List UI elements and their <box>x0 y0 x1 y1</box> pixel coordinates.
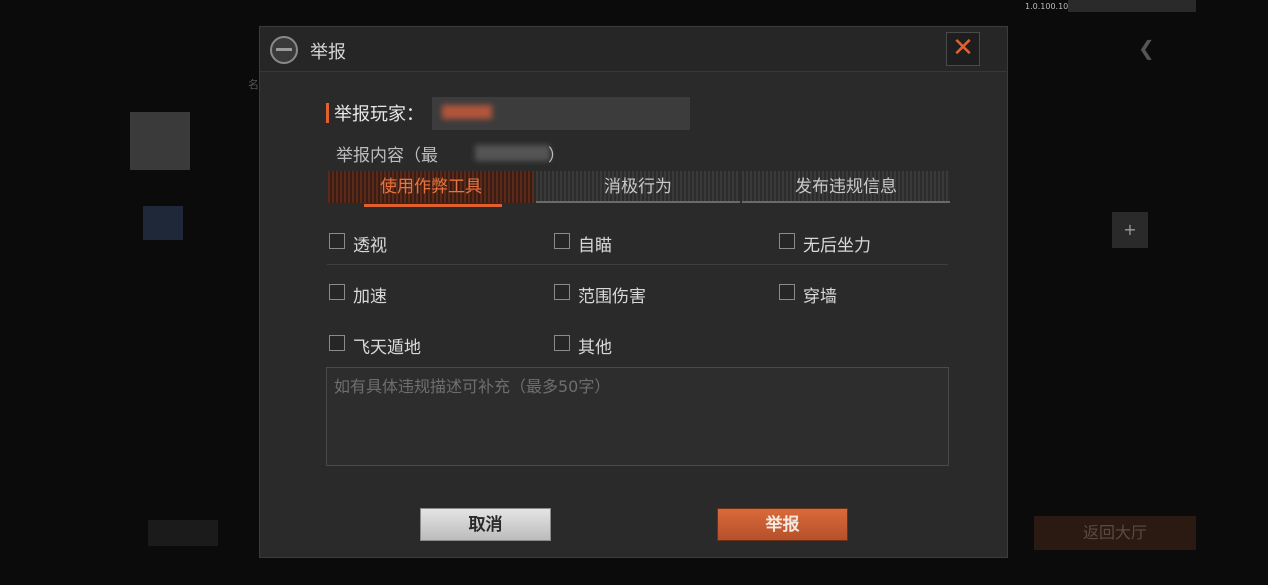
checkbox[interactable] <box>329 284 345 300</box>
cancel-button[interactable]: 取消 <box>420 508 551 541</box>
label-accent-bar <box>326 103 329 123</box>
checkbox[interactable] <box>329 233 345 249</box>
dialog-title: 举报 <box>310 42 346 63</box>
tab-violating-info[interactable]: 发布违规信息 <box>742 171 950 203</box>
return-lobby-button[interactable]: 返回大厅 <box>1034 516 1196 550</box>
tab-cheating-label: 使用作弊工具 <box>380 177 482 197</box>
blurred-status-strip <box>1068 0 1196 12</box>
report-dialog: 举报 ✕ 举报玩家： 举报内容（最 ） 使用作弊工具 消极行为 发布违规信息 透… <box>259 26 1008 558</box>
checkbox[interactable] <box>554 284 570 300</box>
option-label: 自瞄 <box>578 236 612 256</box>
tab-negative-behavior[interactable]: 消极行为 <box>536 171 740 203</box>
player-name-field <box>432 97 690 130</box>
active-tab-underline <box>364 204 502 207</box>
option-label: 加速 <box>353 287 387 307</box>
checkbox[interactable] <box>779 233 795 249</box>
tab-cheating[interactable]: 使用作弊工具 <box>328 171 534 207</box>
checkbox[interactable] <box>554 335 570 351</box>
game-logo-icon <box>270 36 298 64</box>
checkbox[interactable] <box>329 335 345 351</box>
redacted-player-name <box>442 105 492 119</box>
option-label: 透视 <box>353 236 387 256</box>
content-label: 举报内容（最 <box>336 146 438 166</box>
description-input[interactable]: 如有具体违规描述可补充（最多50字） <box>326 367 949 466</box>
tab-negative-behavior-label: 消极行为 <box>604 177 672 197</box>
dialog-header: 举报 ✕ <box>260 27 1007 72</box>
close-button[interactable]: ✕ <box>946 32 980 66</box>
report-button[interactable]: 举报 <box>717 508 848 541</box>
content-label-close: ） <box>548 146 565 166</box>
player-label: 举报玩家： <box>334 104 424 125</box>
background-label: 名 <box>248 78 259 91</box>
background-avatar <box>130 112 190 170</box>
report-category-tabs: 使用作弊工具 消极行为 发布违规信息 <box>328 171 950 207</box>
description-placeholder: 如有具体违规描述可补充（最多50字） <box>334 377 611 396</box>
background-left-button[interactable] <box>148 520 218 546</box>
option-label: 穿墙 <box>803 287 837 307</box>
option-label: 无后坐力 <box>803 236 871 256</box>
redacted-content-hint <box>475 145 550 161</box>
add-friend-icon[interactable]: + <box>1112 212 1148 248</box>
option-label: 其他 <box>578 338 612 358</box>
option-label: 范围伤害 <box>578 287 646 307</box>
divider <box>327 264 948 265</box>
checkbox[interactable] <box>554 233 570 249</box>
version-label: 1.0.100.100 <box>1025 2 1074 11</box>
checkbox[interactable] <box>779 284 795 300</box>
tab-violating-info-label: 发布违规信息 <box>795 177 897 197</box>
back-arrow-icon[interactable]: ❮ <box>1138 36 1155 60</box>
option-label: 飞天遁地 <box>353 338 421 358</box>
background-avatar-2 <box>143 206 183 240</box>
